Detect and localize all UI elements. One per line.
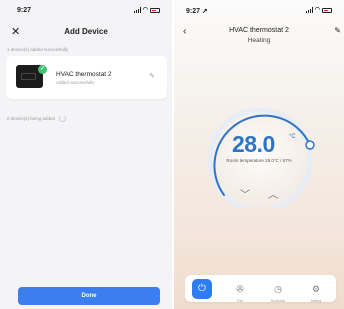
tab-fan[interactable]: ✇ Fan: [226, 279, 254, 303]
tab-label: setting: [310, 299, 322, 303]
tab-label: Fan: [236, 299, 244, 303]
wifi-icon: ◠: [142, 7, 148, 13]
adding-devices-label: 0 device(s) being added: [7, 115, 67, 122]
gear-icon: ⚙: [311, 284, 321, 294]
done-button[interactable]: Done: [18, 287, 160, 305]
device-card[interactable]: ✓ HVAC thermostat 2 Added successfully ✎: [6, 56, 167, 99]
status-icons: ◠: [133, 7, 160, 13]
edit-icon[interactable]: ✎: [149, 72, 155, 80]
power-icon: ⏻: [198, 283, 206, 294]
tab-label: Schedule: [270, 299, 286, 303]
battery-icon: [322, 7, 332, 13]
room-temperature: Room temperature 28.0°C / 67%: [226, 158, 292, 163]
status-bar: 9:27 ◠: [0, 5, 172, 17]
add-device-screen: 9:27 ◠ ✕ Add Device 1 device(s) added su…: [0, 0, 172, 309]
status-time-text: 9:27: [186, 8, 201, 15]
chevron-up-icon[interactable]: ︿: [268, 186, 278, 201]
battery-icon: [150, 7, 160, 13]
status-time: 9:27: [17, 7, 32, 14]
target-temperature: 28.0: [232, 131, 275, 157]
temperature-unit: °C: [289, 134, 296, 140]
tab-setting[interactable]: ⚙ setting: [302, 279, 330, 303]
page-title: Add Device: [64, 27, 108, 36]
signal-icon: [133, 7, 141, 13]
device-title: HVAC thermostat 2: [229, 27, 289, 34]
thermostat-screen: 9:27 ➚ ◠ ‹ HVAC thermostat 2 Heating ✎ 2…: [174, 0, 344, 309]
wifi-icon: ◠: [314, 7, 320, 13]
location-icon: ➚: [201, 8, 208, 15]
status-bar: 9:27 ➚ ◠: [174, 5, 344, 17]
check-icon: ✓: [38, 65, 47, 74]
adding-devices-text: 0 device(s) being added: [7, 116, 56, 121]
chevron-down-icon[interactable]: ﹀: [240, 186, 250, 201]
edit-icon[interactable]: ✎: [334, 26, 341, 35]
fan-icon: ✇: [236, 284, 244, 294]
nav-bar: ‹ HVAC thermostat 2 Heating ✎: [174, 26, 344, 52]
bottom-tab-bar: ⏻ ✇ Fan ◷ Schedule ⚙ setting: [185, 275, 336, 303]
spinner-icon: [59, 115, 67, 122]
status-time: 9:27 ➚: [186, 7, 208, 15]
power-button[interactable]: ⏻: [192, 279, 212, 299]
dial-handle[interactable]: [305, 140, 315, 150]
device-status: Added successfully: [56, 80, 95, 85]
nav-bar: ✕ Add Device: [0, 26, 172, 40]
added-devices-label: 1 device(s) added successfully: [7, 47, 69, 52]
mode-status: Heating: [247, 37, 271, 44]
status-icons: ◠: [305, 7, 332, 13]
device-name: HVAC thermostat 2: [56, 71, 112, 78]
signal-icon: [305, 7, 313, 13]
schedule-icon: ◷: [274, 284, 282, 294]
tab-schedule[interactable]: ◷ Schedule: [264, 279, 292, 303]
